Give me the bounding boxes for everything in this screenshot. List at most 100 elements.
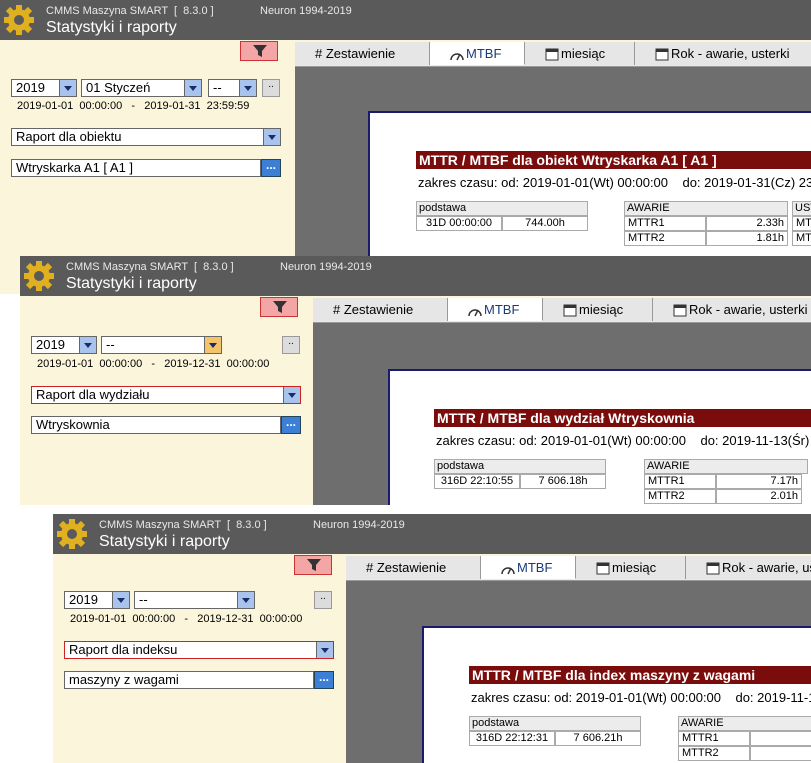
tab-label: MTBF [484,302,520,317]
mttr1-label: MTTR1 [644,474,716,489]
month-select[interactable]: -- [101,336,222,354]
failures-header: AWARIE [678,716,811,731]
base-header: podstawa [469,716,641,731]
failures-header: AWARIE [644,459,808,474]
month-value: -- [139,592,148,607]
title-bar: CMMS Maszyna SMART [ 8.3.0 ] Neuron 1994… [0,0,811,40]
tab-miesiac[interactable]: miesiąc [543,298,653,321]
target-field[interactable]: Wtryskarka A1 [ A1 ] [11,159,261,177]
mttr1-label: MTTR1 [624,216,706,231]
copyright-label: Neuron 1994-2019 [313,519,405,531]
more-dates-button[interactable]: .. [282,336,300,354]
tab-rok[interactable]: Rok - awarie, usterki [653,298,811,321]
target-field[interactable]: maszyny z wagami [64,671,314,689]
window-subtitle: Statystyki i raporty [99,533,230,550]
report-page: MTTR / MTBF dla wydział Wtryskownia zakr… [388,369,811,505]
gauge-icon [468,309,482,317]
report-type-select[interactable]: Raport dla wydziału [31,386,301,404]
base-table: podstawa 31D 00:00:00 744.00h [416,201,588,233]
calendar-icon [673,304,687,317]
month-select[interactable]: 01 Styczeń [81,79,202,97]
tab-bar: # Zestawienie MTBF miesiąc Rok - awarie,… [295,42,811,67]
mttr1-value: 2.33h [706,216,788,231]
tab-zestawienie[interactable]: # Zestawienie [313,298,448,321]
range-from: 2019-01-01 00:00:00 [17,100,123,112]
tab-label: Rok - awarie, usterki [689,302,808,317]
chevron-down-icon [263,129,280,145]
gauge-icon [450,53,464,61]
filter-button[interactable] [260,297,298,317]
gear-icon [24,261,54,291]
report-title: MTTR / MTBF dla index maszyny z wagami [469,666,811,684]
target-field[interactable]: Wtryskownia [31,416,281,434]
more-dates-button[interactable]: .. [314,591,332,609]
chevron-down-icon [237,592,254,608]
chevron-down-icon [112,592,129,608]
app-name: CMMS Maszyna SMART [ 8.3.0 ] [66,261,234,273]
tab-zestawienie[interactable]: # Zestawienie [295,42,430,65]
chevron-down-icon [184,80,201,96]
browse-button[interactable]: ... [281,416,301,434]
range-to: 2019-12-31 00:00:00 [197,613,303,625]
tab-label: Rok - awarie, usterki [671,46,790,61]
mttr1-label: MTTR1 [678,731,750,746]
year-select[interactable]: 2019 [64,591,130,609]
copyright-label: Neuron 1994-2019 [260,5,352,17]
funnel-icon [253,45,267,57]
mttr2-label: MTTR2 [644,489,716,504]
mttr2-label: MTTR2 [678,746,750,761]
failures-table: AWARIE MTTR1 7.17h MTTR2 2.01h [644,459,808,505]
chevron-down-icon [283,387,300,403]
date-range: 2019-01-01 00:00:00 - 2019-01-31 23:59:5… [17,100,250,112]
time-range-label: zakres czasu: od: 2019-01-01(Wt) 00:00:0… [436,433,810,448]
report-type-select[interactable]: Raport dla indeksu [64,641,334,659]
tab-mtbf[interactable]: MTBF [430,42,525,65]
base-time: 316D 22:10:55 [434,474,520,489]
hash-icon: # [333,302,341,317]
hash-icon: # [315,46,323,61]
month-select[interactable]: -- [134,591,255,609]
base-table: podstawa 316D 22:12:31 7 606.21h [469,716,641,748]
year-value: 2019 [36,337,65,352]
report-type-select[interactable]: Raport dla obiektu [11,128,281,146]
app-name: CMMS Maszyna SMART [ 8.3.0 ] [46,5,214,17]
mttr2-value: 2 [750,746,811,761]
filter-button[interactable] [294,555,332,575]
browse-button[interactable]: ... [314,671,334,689]
browse-button[interactable]: ... [261,159,281,177]
range-from: 2019-01-01 00:00:00 [70,613,176,625]
range-from: 2019-01-01 00:00:00 [37,358,143,370]
year-select[interactable]: 2019 [11,79,77,97]
gear-icon [57,519,87,549]
report-type-value: Raport dla obiektu [16,129,122,144]
filter-button[interactable] [240,41,278,61]
tab-rok[interactable]: Rok - awarie, usterki [635,42,811,65]
failures-table: AWARIE MTTR1 2.33h MTTR2 1.81h [624,201,788,251]
mttr2-label: MTTR2 [624,231,706,246]
failures-header: AWARIE [624,201,788,216]
tab-miesiac[interactable]: miesiąc [576,556,686,579]
calendar-icon [596,562,610,575]
range-to: 2019-12-31 00:00:00 [164,358,270,370]
tab-miesiac[interactable]: miesiąc [525,42,635,65]
tab-mtbf[interactable]: MTBF [481,556,576,579]
time-range-label: zakres czasu: od: 2019-01-01(Wt) 00:00:0… [471,690,811,705]
funnel-icon [273,301,287,313]
chevron-down-icon [316,642,333,658]
tab-mtbf[interactable]: MTBF [448,298,543,321]
more-dates-button[interactable]: .. [262,79,280,97]
tab-rok[interactable]: Rok - awarie, usterki [686,556,811,579]
window-subtitle: Statystyki i raporty [66,275,197,292]
copyright-label: Neuron 1994-2019 [280,261,372,273]
base-hours: 744.00h [502,216,588,231]
faults-mttr1-label: MTTR1 [792,216,811,231]
tab-zestawienie[interactable]: # Zestawienie [346,556,481,579]
mttr1-value: 7.17h [716,474,802,489]
report-title: MTTR / MTBF dla wydział Wtryskownia [434,409,811,427]
report-window-1: CMMS Maszyna SMART [ 8.3.0 ] Neuron 1994… [0,0,811,294]
tab-label: miesiąc [561,46,606,61]
target-value: Wtryskownia [36,417,110,432]
year-select[interactable]: 2019 [31,336,97,354]
period-select[interactable]: -- [208,79,257,97]
calendar-icon [706,562,720,575]
